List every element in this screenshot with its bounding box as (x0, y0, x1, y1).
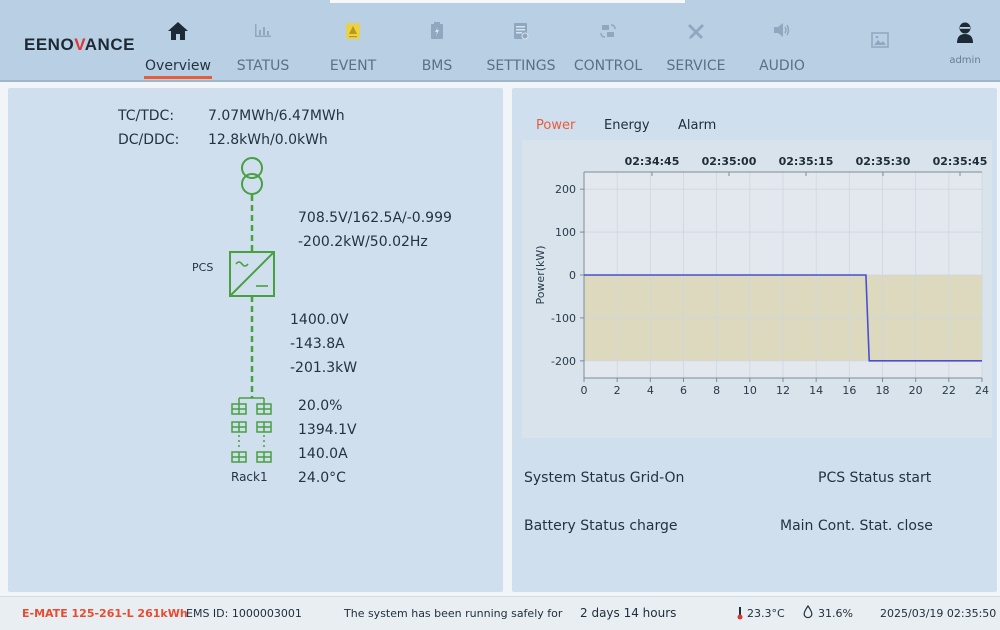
humidity-reading: 31.6% (818, 607, 853, 620)
nav-tab-bms[interactable]: BMS (402, 0, 472, 80)
nav-label: AUDIO (759, 58, 805, 74)
pcs-label: PCS (192, 261, 214, 274)
nav-label: SETTINGS (486, 58, 556, 74)
y-axis-label: Power(kW) (534, 245, 547, 304)
x-tick-label: 0 (581, 384, 588, 397)
time-tick-label: 02:35:30 (856, 155, 911, 168)
nav-tab-overview[interactable]: Overview (138, 0, 218, 80)
time-tick-label: 02:35:45 (933, 155, 988, 168)
x-tick-label: 6 (680, 384, 687, 397)
y-tick-label: -200 (551, 355, 576, 368)
dc-power: -201.3kW (290, 360, 358, 376)
nav-tab-service[interactable]: SERVICE (660, 0, 732, 80)
uptime-prefix: The system has been running safely for (344, 607, 563, 620)
single-line-diagram (229, 157, 275, 463)
tab-alarm[interactable]: Alarm (678, 118, 716, 133)
dc-voltage: 1400.0V (290, 312, 349, 328)
image-icon (871, 32, 889, 48)
x-tick-label: 12 (776, 384, 790, 397)
brand-logo: EENOVANCE (24, 35, 135, 54)
nav-label: EVENT (329, 58, 377, 74)
x-tick-label: 18 (876, 384, 890, 397)
nav-tab-status[interactable]: STATUS (226, 0, 300, 80)
time-tick-label: 02:35:15 (779, 155, 834, 168)
y-tick-label: -100 (551, 312, 576, 325)
rack-label: Rack1 (231, 470, 268, 484)
current-datetime: 2025/03/19 02:35:50 (880, 607, 997, 620)
dc-ddc-label: DC/DDC: (118, 132, 180, 148)
nav-tab-image[interactable] (862, 0, 898, 80)
nav-tab-control[interactable]: CONTROL (568, 0, 648, 80)
y-tick-label: 100 (555, 226, 576, 239)
main-contactor-status: Main Cont. Stat. close (780, 518, 933, 534)
user-icon (957, 22, 973, 43)
battery-rack-icon (231, 397, 272, 463)
nav-tab-audio[interactable]: AUDIO (750, 0, 814, 80)
power-chart-area: 0 2 4 6 8 10 12 14 16 18 20 22 24 200 100 0 -100 -200 02:3… (522, 140, 992, 438)
y-tick-label: 0 (569, 269, 576, 282)
admin-label: admin (949, 55, 981, 66)
wrench-icon (688, 24, 704, 39)
rack-current: 140.0A (298, 446, 348, 462)
grid-power-frequency: -200.2kW/50.02Hz (298, 234, 428, 250)
temperature-reading: 23.3°C (747, 607, 785, 620)
dc-current: -143.8A (290, 336, 345, 352)
top-navigation-bar: EENOVANCE Overview STATUS EVENT BMS SETT… (0, 0, 1000, 82)
device-model: E-MATE 125-261-L 261kWh (22, 607, 188, 620)
ems-id: EMS ID: 1000003001 (186, 607, 302, 620)
y-tick-label: 200 (555, 183, 576, 196)
x-tick-label: 2 (614, 384, 621, 397)
x-tick-label: 8 (713, 384, 720, 397)
active-tab-underline (144, 76, 212, 79)
chart-status-panel: Power Energy Alarm 0 2 4 6 8 10 12 14 16 18 20 22 24… (512, 88, 997, 592)
x-tick-label: 10 (743, 384, 757, 397)
tab-energy[interactable]: Energy (604, 118, 650, 133)
nav-label: STATUS (236, 58, 290, 74)
dc-ddc-value: 12.8kWh/0.0kWh (208, 132, 328, 148)
x-tick-label: 22 (942, 384, 956, 397)
battery-icon (431, 22, 443, 39)
x-tick-label: 14 (809, 384, 823, 397)
battery-status: Battery Status charge (524, 518, 678, 534)
pcs-status: PCS Status start (818, 470, 932, 486)
nav-label: SERVICE (666, 58, 726, 74)
nav-tab-event[interactable]: EVENT (318, 0, 388, 80)
admin-user-menu[interactable]: admin (940, 0, 990, 80)
nav-label: CONTROL (573, 58, 643, 74)
nav-tab-settings[interactable]: SETTINGS (482, 0, 560, 80)
settings-document-icon (514, 23, 529, 40)
power-chart: 0 2 4 6 8 10 12 14 16 18 20 22 242001000-100-20002:3… (534, 155, 989, 397)
home-icon (168, 22, 188, 40)
bar-chart-icon (255, 24, 271, 37)
x-tick-label: 20 (909, 384, 923, 397)
speaker-icon (774, 23, 790, 37)
uptime-value: 2 days 14 hours (580, 606, 677, 620)
x-tick-label: 16 (842, 384, 856, 397)
time-tick-label: 02:34:45 (625, 155, 680, 168)
rack-soc: 20.0% (298, 398, 343, 414)
humidity-drop-icon (803, 605, 813, 619)
status-footer: E-MATE 125-261-L 261kWh EMS ID: 10000030… (0, 596, 1000, 630)
pcs-converter-icon (229, 251, 275, 297)
overview-diagram-panel: TC/TDC: 7.07MWh/6.47MWh DC/DDC: 12.8kWh/… (8, 88, 503, 592)
rack-voltage: 1394.1V (298, 422, 357, 438)
tc-tdc-label: TC/TDC: (118, 108, 175, 124)
thermometer-icon (737, 607, 743, 620)
tab-power[interactable]: Power (536, 118, 575, 133)
grid-voltage-current-pf: 708.5V/162.5A/-0.999 (298, 210, 452, 226)
transformer-icon (241, 157, 263, 195)
x-tick-label: 4 (647, 384, 654, 397)
nav-label: BMS (421, 58, 453, 74)
x-tick-label: 24 (975, 384, 989, 397)
nav-label: Overview (145, 58, 211, 74)
tc-tdc-value: 7.07MWh/6.47MWh (208, 108, 345, 124)
rack-temperature: 24.0°C (298, 470, 346, 486)
control-icon (600, 24, 616, 38)
warning-document-icon (346, 23, 360, 39)
system-status: System Status Grid-On (524, 470, 685, 486)
time-tick-label: 02:35:00 (702, 155, 757, 168)
